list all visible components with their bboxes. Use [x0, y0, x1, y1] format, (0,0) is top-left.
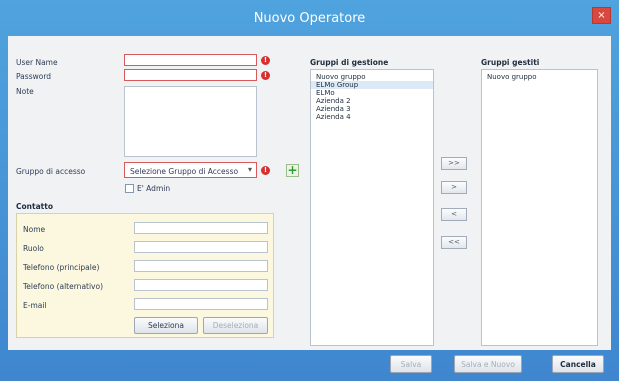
- contatto-label-ruolo: Ruolo: [23, 244, 44, 253]
- note-label: Note: [16, 87, 34, 96]
- seleziona-button[interactable]: Seleziona: [134, 317, 198, 334]
- contatto-label-email: E-mail: [23, 301, 47, 310]
- password-error-icon: !: [261, 71, 270, 80]
- move-right-button[interactable]: >: [441, 181, 467, 194]
- close-icon: ×: [597, 10, 606, 21]
- dialog-title: Nuovo Operatore: [253, 11, 366, 26]
- salva-e-nuovo-button[interactable]: Salva e Nuovo: [454, 355, 522, 373]
- move-all-left-button[interactable]: <<: [441, 236, 467, 249]
- move-left-button[interactable]: <: [441, 208, 467, 221]
- contatto-label-telefono-alternativo: Telefono (alternativo): [23, 282, 104, 291]
- chevron-down-icon: ▾: [247, 165, 252, 174]
- add-group-button[interactable]: +: [286, 164, 299, 177]
- gestione-item[interactable]: Azienda 4: [311, 113, 433, 121]
- plus-icon: +: [287, 163, 298, 177]
- dialog-body: User Name ! Password ! Note Gruppo di ac…: [8, 36, 611, 350]
- username-input[interactable]: [124, 54, 257, 66]
- admin-label: E' Admin: [137, 184, 171, 193]
- contatto-label-nome: Nome: [23, 225, 46, 234]
- access-group-select[interactable]: Selezione Gruppo di Accesso ▾: [124, 162, 257, 178]
- gestione-item-selected[interactable]: ELMo Group: [311, 81, 433, 89]
- password-input[interactable]: [124, 69, 257, 81]
- access-group-value: Selezione Gruppo di Accesso: [130, 167, 239, 176]
- dialog-footer: Salva Salva e Nuovo Cancella: [8, 350, 611, 374]
- gestiti-item[interactable]: Nuovo gruppo: [482, 73, 597, 81]
- gestione-title: Gruppi di gestione: [310, 58, 389, 67]
- username-label: User Name: [16, 58, 58, 67]
- telefono-principale-input[interactable]: [134, 260, 268, 272]
- email-input[interactable]: [134, 298, 268, 310]
- gestione-item[interactable]: Azienda 3: [311, 105, 433, 113]
- deseleziona-button[interactable]: Deseleziona: [203, 317, 268, 334]
- access-group-label: Gruppo di accesso: [16, 167, 86, 176]
- cancella-button[interactable]: Cancella: [552, 355, 604, 373]
- ruolo-input[interactable]: [134, 241, 268, 253]
- move-all-right-button[interactable]: >>: [441, 157, 467, 170]
- gestiti-title: Gruppi gestiti: [481, 58, 540, 67]
- gestione-item[interactable]: ELMo: [311, 89, 433, 97]
- gestione-item[interactable]: Azienda 2: [311, 97, 433, 105]
- gestione-list[interactable]: Nuovo gruppo ELMo Group ELMo Azienda 2 A…: [310, 69, 434, 346]
- close-button[interactable]: ×: [592, 7, 611, 24]
- username-error-icon: !: [261, 56, 270, 65]
- note-textarea[interactable]: [124, 86, 257, 157]
- contatto-label-telefono-principale: Telefono (principale): [23, 263, 100, 272]
- nome-input[interactable]: [134, 222, 268, 234]
- telefono-alternativo-input[interactable]: [134, 279, 268, 291]
- contatto-title: Contatto: [16, 202, 53, 211]
- gestione-item[interactable]: Nuovo gruppo: [311, 73, 433, 81]
- title-bar: Nuovo Operatore ×: [0, 0, 619, 36]
- admin-checkbox[interactable]: [125, 184, 134, 193]
- dialog-window: Nuovo Operatore × User Name ! Password !…: [0, 0, 619, 381]
- access-group-error-icon: !: [261, 166, 270, 175]
- password-label: Password: [16, 72, 52, 81]
- salva-button[interactable]: Salva: [390, 355, 432, 373]
- contatto-panel: Nome Ruolo Telefono (principale) Telefon…: [16, 213, 274, 338]
- gestiti-list[interactable]: Nuovo gruppo: [481, 69, 598, 346]
